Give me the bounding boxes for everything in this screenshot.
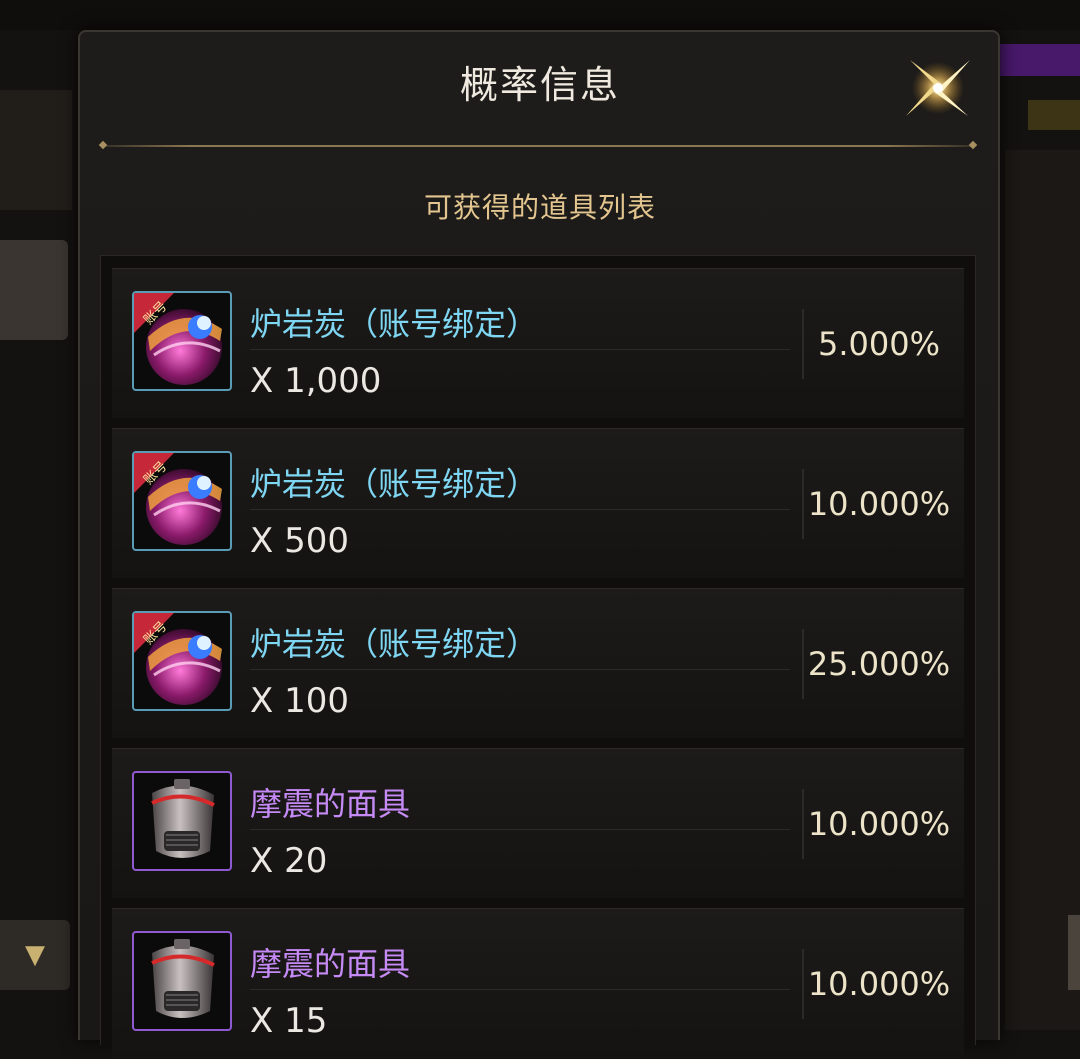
item-probability: 5.000% xyxy=(817,325,940,363)
item-name: 炉岩炭（账号绑定） xyxy=(250,465,539,503)
item-name: 炉岩炭（账号绑定） xyxy=(250,625,539,663)
item-name: 摩震的面具 xyxy=(250,945,411,983)
list-item[interactable]: 账号 炉岩炭（账号绑定） X 100 25.000% xyxy=(112,588,964,738)
item-slot: 账号 xyxy=(132,291,232,391)
item-quantity: X 1,000 xyxy=(250,361,382,401)
row-divider xyxy=(250,509,790,510)
item-slot: 账号 xyxy=(132,451,232,551)
row-divider xyxy=(250,989,790,990)
item-name: 炉岩炭（账号绑定） xyxy=(250,305,539,343)
item-probability: 25.000% xyxy=(807,645,951,683)
item-probability: 10.000% xyxy=(807,805,951,843)
item-quantity: X 500 xyxy=(250,521,349,561)
scroll-down-arrow-icon[interactable]: ▼ xyxy=(0,920,70,990)
item-probability: 10.000% xyxy=(807,965,951,1003)
background-top xyxy=(0,0,1080,30)
item-probability: 10.000% xyxy=(807,485,951,523)
row-divider xyxy=(250,349,790,350)
close-star-icon xyxy=(906,60,970,116)
item-quantity: X 15 xyxy=(250,1001,328,1041)
item-slot: 账号 xyxy=(132,611,232,711)
list-subtitle: 可获得的道具列表 xyxy=(423,191,656,224)
item-slot xyxy=(132,931,232,1031)
list-item[interactable]: 摩震的面具 X 15 10.000% xyxy=(112,908,964,1058)
background-scroll-handle xyxy=(1068,915,1080,990)
lava-charcoal-icon: 账号 xyxy=(134,453,222,545)
item-quantity: X 100 xyxy=(250,681,349,721)
background-tab-left xyxy=(0,240,68,340)
background-panel-right xyxy=(1005,150,1080,1030)
item-name: 摩震的面具 xyxy=(250,785,411,823)
mask-icon xyxy=(151,779,215,858)
row-divider xyxy=(250,829,790,830)
list-item[interactable]: 摩震的面具 X 20 10.000% xyxy=(112,748,964,898)
title-divider xyxy=(102,145,974,147)
list-item[interactable]: 账号 炉岩炭（账号绑定） X 500 10.000% xyxy=(112,428,964,578)
item-quantity: X 20 xyxy=(250,841,328,881)
lava-charcoal-icon: 账号 xyxy=(134,293,222,385)
close-button[interactable] xyxy=(898,54,978,134)
list-item[interactable]: 账号 炉岩炭（账号绑定） X 1,000 5.000% xyxy=(112,268,964,418)
lava-charcoal-icon: 账号 xyxy=(134,613,222,705)
row-divider xyxy=(250,669,790,670)
item-slot xyxy=(132,771,232,871)
mask-icon xyxy=(151,939,215,1018)
